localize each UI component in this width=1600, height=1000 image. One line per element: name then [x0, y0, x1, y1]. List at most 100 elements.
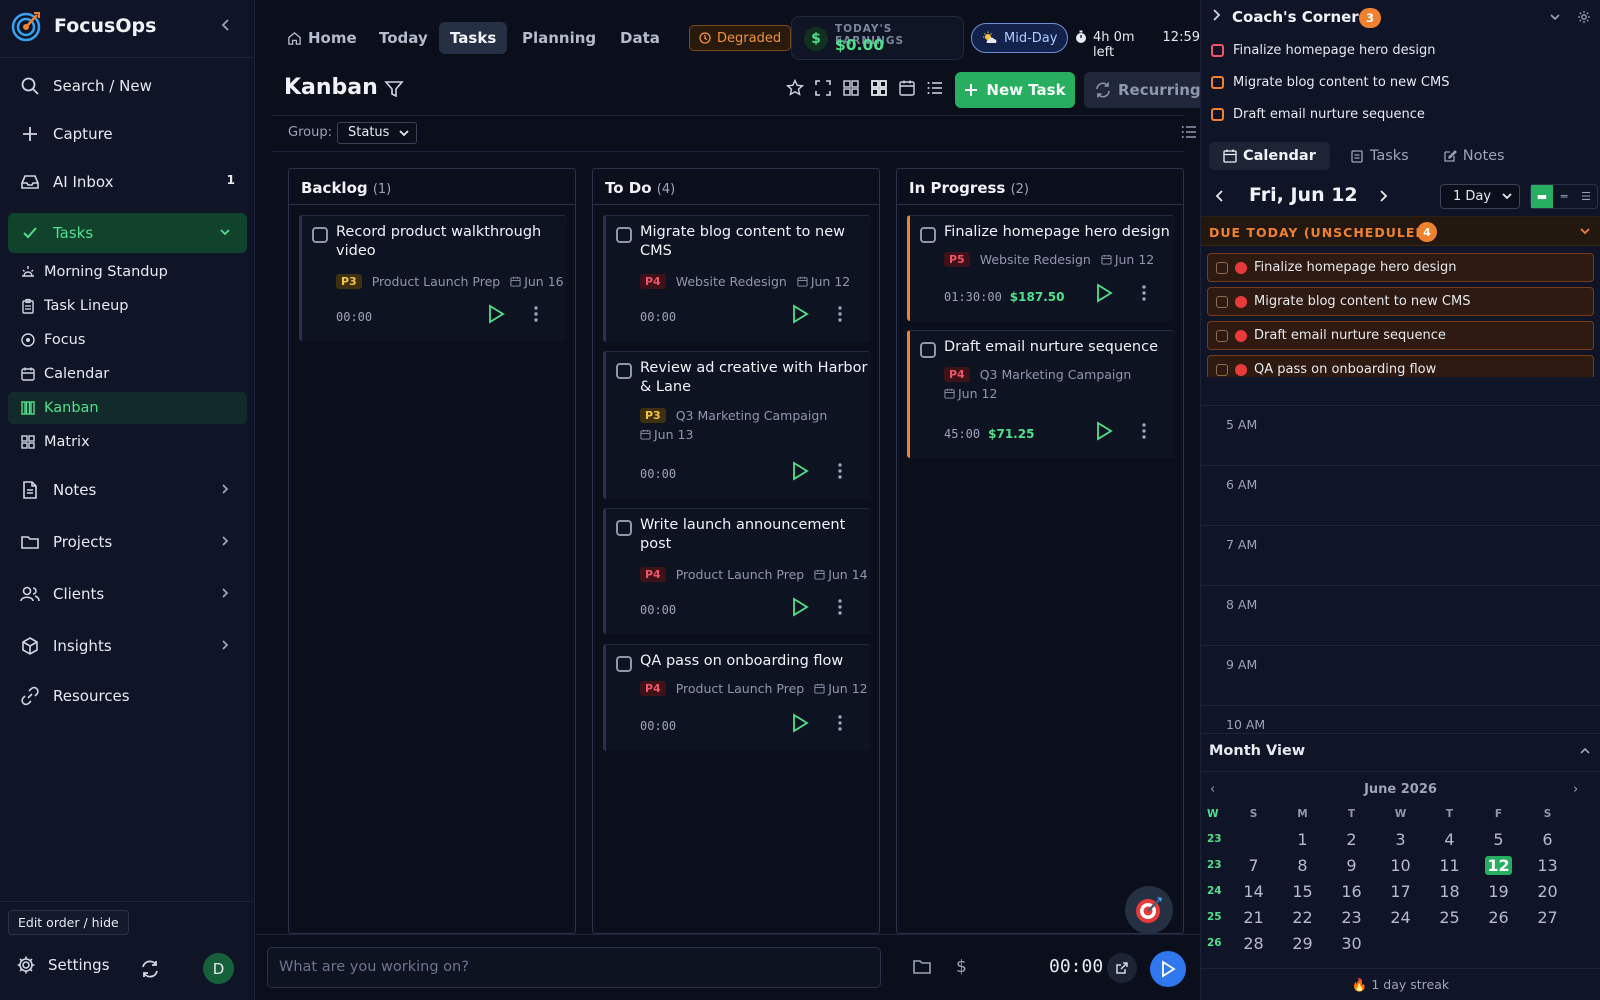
- due-today-header[interactable]: DUE TODAY (UNSCHEDULED) 4: [1201, 216, 1600, 246]
- recurring-button[interactable]: Recurring: [1084, 72, 1202, 108]
- calendar-day[interactable]: 7: [1229, 856, 1278, 875]
- task-checkbox[interactable]: [616, 363, 632, 379]
- brand[interactable]: FocusOps: [10, 10, 156, 42]
- star-icon[interactable]: [786, 79, 804, 97]
- chevron-right-icon[interactable]: [219, 587, 231, 599]
- due-item[interactable]: QA pass on onboarding flow: [1207, 355, 1594, 377]
- sidebar-item-focus[interactable]: Focus: [8, 324, 247, 356]
- nav-capture[interactable]: Capture: [8, 114, 247, 154]
- coach-checkbox[interactable]: [1211, 108, 1224, 121]
- options-list-icon[interactable]: [1181, 125, 1197, 139]
- hour-row[interactable]: 7 AM: [1201, 525, 1600, 585]
- more-vertical-icon[interactable]: [1142, 422, 1146, 440]
- calendar-day[interactable]: 10: [1376, 856, 1425, 875]
- working-on-input[interactable]: What are you working on?: [267, 947, 881, 988]
- calendar-day[interactable]: 21: [1229, 908, 1278, 927]
- midday-badge[interactable]: Mid-Day: [971, 23, 1069, 53]
- folder-icon[interactable]: [912, 958, 932, 976]
- task-checkbox[interactable]: [312, 227, 328, 243]
- calendar-day[interactable]: 3: [1376, 830, 1425, 849]
- coach-checkbox[interactable]: [1211, 44, 1224, 57]
- calendar-day[interactable]: 15: [1278, 882, 1327, 901]
- status-badge[interactable]: Degraded: [689, 25, 792, 51]
- calendar-day[interactable]: 2: [1327, 830, 1376, 849]
- dashboard-icon[interactable]: [842, 79, 860, 97]
- nav-projects[interactable]: Projects: [8, 522, 247, 562]
- task-card[interactable]: Finalize homepage hero design P5 Website…: [907, 215, 1175, 321]
- chevron-right-icon[interactable]: [219, 483, 231, 495]
- sidebar-item-matrix[interactable]: Matrix: [8, 426, 247, 458]
- density-compact-icon[interactable]: ☰: [1575, 185, 1597, 208]
- due-checkbox[interactable]: [1216, 363, 1228, 376]
- task-card[interactable]: Draft email nurture sequence P4 Q3 Marke…: [907, 330, 1175, 458]
- calendar-day[interactable]: 17: [1376, 882, 1425, 901]
- list-view-icon[interactable]: [926, 79, 944, 97]
- task-card[interactable]: Migrate blog content to new CMS P4 Websi…: [603, 215, 871, 342]
- more-vertical-icon[interactable]: [838, 714, 842, 732]
- chevron-down-icon[interactable]: [1579, 226, 1591, 236]
- nav-tasks[interactable]: Tasks: [8, 213, 247, 253]
- chevron-up-icon[interactable]: [1579, 746, 1591, 756]
- calendar-day[interactable]: 18: [1425, 882, 1474, 901]
- chevron-down-icon[interactable]: [219, 226, 231, 238]
- more-vertical-icon[interactable]: [838, 598, 842, 616]
- more-vertical-icon[interactable]: [1142, 284, 1146, 302]
- play-icon[interactable]: [487, 304, 505, 324]
- tab-data[interactable]: Data: [609, 22, 671, 54]
- play-icon[interactable]: [791, 597, 809, 617]
- settings-button[interactable]: Settings: [16, 955, 110, 975]
- calendar-day[interactable]: 29: [1278, 934, 1327, 953]
- calendar-day[interactable]: 26: [1474, 908, 1523, 927]
- calendar-day[interactable]: 14: [1229, 882, 1278, 901]
- more-vertical-icon[interactable]: [838, 462, 842, 480]
- calendar-day[interactable]: 4: [1425, 830, 1474, 849]
- calendar-day[interactable]: 19: [1474, 882, 1523, 901]
- calendar-day[interactable]: 13: [1523, 856, 1572, 875]
- nav-insights[interactable]: Insights: [8, 626, 247, 666]
- tab-notes-panel[interactable]: Notes: [1429, 142, 1519, 170]
- calendar-day[interactable]: 23: [1327, 908, 1376, 927]
- calendar-view-icon[interactable]: [898, 79, 916, 97]
- dollar-icon[interactable]: $: [956, 957, 967, 977]
- chevron-right-icon[interactable]: [1377, 188, 1389, 204]
- play-icon[interactable]: [1095, 283, 1113, 303]
- calendar-day-today[interactable]: 12: [1474, 855, 1523, 875]
- calendar-day[interactable]: 16: [1327, 882, 1376, 901]
- calendar-day[interactable]: 1: [1278, 830, 1327, 849]
- due-item[interactable]: Finalize homepage hero design: [1207, 253, 1594, 282]
- nav-resources[interactable]: Resources: [8, 676, 247, 716]
- play-icon[interactable]: [791, 304, 809, 324]
- sidebar-item-kanban[interactable]: Kanban: [8, 392, 247, 424]
- calendar-day[interactable]: 20: [1523, 882, 1572, 901]
- external-link-icon[interactable]: [1107, 953, 1137, 983]
- density-wide-icon[interactable]: ▬: [1531, 185, 1553, 208]
- hour-row[interactable]: 9 AM: [1201, 645, 1600, 705]
- task-card[interactable]: Review ad creative with Harbor & Lane P3…: [603, 351, 871, 499]
- collapse-sidebar-icon[interactable]: [219, 18, 231, 32]
- chevron-right-icon[interactable]: [219, 535, 231, 547]
- sidebar-item-task-lineup[interactable]: Task Lineup: [8, 290, 247, 322]
- task-checkbox[interactable]: [920, 342, 936, 358]
- chevron-left-icon[interactable]: [1214, 188, 1226, 204]
- range-select[interactable]: 1 Day: [1440, 184, 1520, 209]
- tab-tasks[interactable]: Tasks: [439, 22, 508, 54]
- day-timeline[interactable]: 5 AM 6 AM 7 AM 8 AM 9 AM 10 AM: [1201, 378, 1600, 733]
- calendar-day[interactable]: 27: [1523, 908, 1572, 927]
- grid-view-icon[interactable]: [870, 79, 888, 97]
- avatar[interactable]: D: [203, 953, 234, 984]
- hour-row[interactable]: 5 AM: [1201, 405, 1600, 465]
- calendar-day[interactable]: 24: [1376, 908, 1425, 927]
- due-checkbox[interactable]: [1216, 261, 1228, 274]
- new-task-button[interactable]: New Task: [955, 72, 1075, 108]
- month-next-icon[interactable]: ›: [1573, 782, 1578, 797]
- play-icon[interactable]: [1095, 421, 1113, 441]
- coach-checkbox[interactable]: [1211, 76, 1224, 89]
- hour-row[interactable]: 10 AM: [1201, 705, 1600, 733]
- play-icon[interactable]: [791, 461, 809, 481]
- tab-calendar[interactable]: Calendar: [1209, 142, 1330, 170]
- calendar-day[interactable]: 8: [1278, 856, 1327, 875]
- density-medium-icon[interactable]: ═: [1553, 185, 1575, 208]
- tab-home[interactable]: Home: [276, 22, 368, 54]
- chevron-right-icon[interactable]: [219, 639, 231, 651]
- tab-planning[interactable]: Planning: [511, 22, 607, 54]
